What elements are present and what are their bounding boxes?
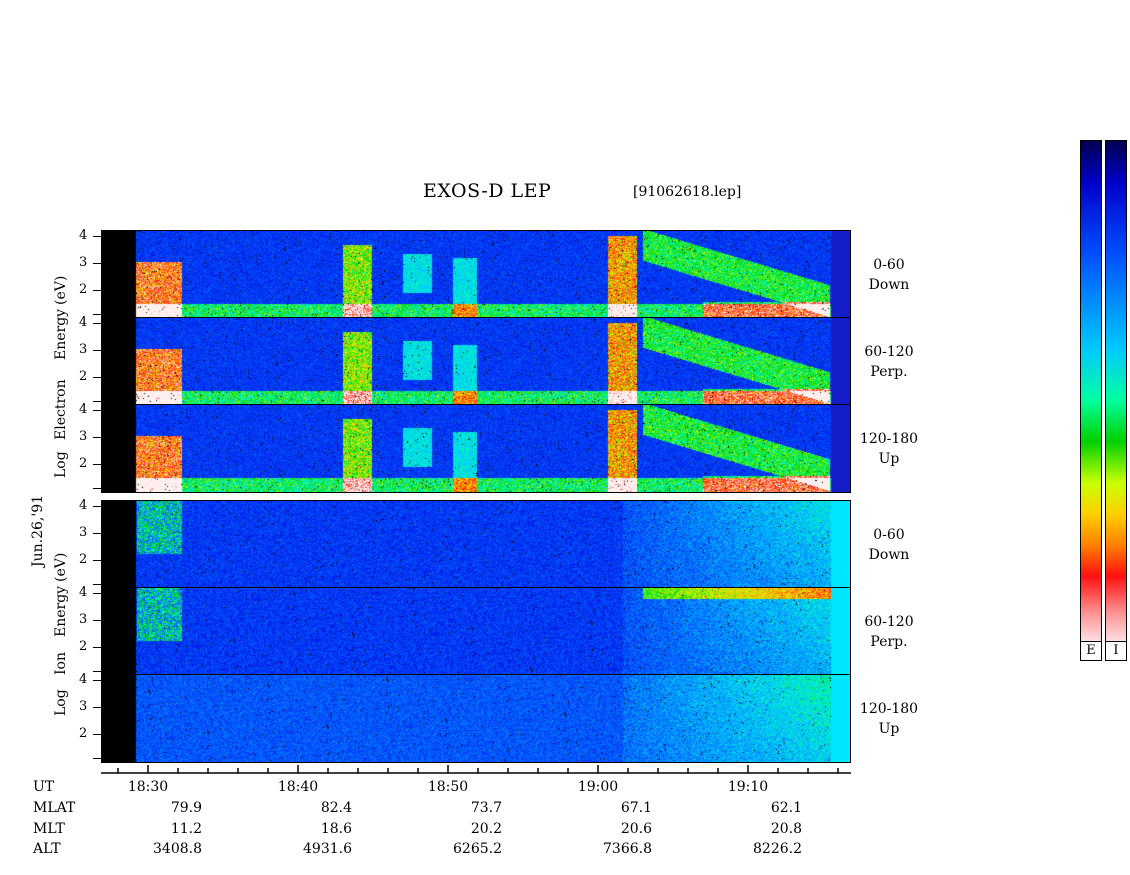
x-tick-ut: 18:50 [427, 779, 469, 795]
x-tick-mlt: 11.2 [170, 821, 202, 837]
x-row-label-mlt: MLT [33, 821, 65, 837]
x-tick-ut: 18:30 [127, 779, 169, 795]
x-tick-mlat: 79.9 [170, 800, 202, 816]
x-tick-ut: 19:10 [727, 779, 769, 795]
x-tick-alt: 8226.2 [753, 841, 802, 857]
time-axis [101, 765, 851, 774]
x-tick-mlat: 62.1 [770, 800, 802, 816]
x-tick-ut: 18:40 [277, 779, 319, 795]
spectrogram-figure: EXOS-D LEP [91062618.lep] Jun.26,'91 Log… [0, 0, 1130, 875]
electron-colorbar [1080, 140, 1102, 660]
x-tick-ut: 19:00 [577, 779, 619, 795]
x-tick-mlt: 20.8 [770, 821, 802, 837]
ion-colorbar-label: I [1105, 641, 1127, 661]
x-tick-mlt: 18.6 [320, 821, 352, 837]
electron-colorbar-label: E [1080, 641, 1102, 661]
x-tick-mlat: 67.1 [620, 800, 652, 816]
x-row-label-mlat: MLAT [33, 800, 76, 816]
x-tick-alt: 7366.8 [603, 841, 652, 857]
x-tick-alt: 3408.8 [153, 841, 202, 857]
x-row-label-ut: UT [33, 779, 55, 795]
ion-colorbar [1105, 140, 1127, 660]
x-tick-mlt: 20.6 [620, 821, 652, 837]
x-tick-mlat: 82.4 [320, 800, 352, 816]
x-tick-alt: 6265.2 [453, 841, 502, 857]
x-tick-mlat: 73.7 [470, 800, 502, 816]
x-tick-mlt: 20.2 [470, 821, 502, 837]
x-tick-alt: 4931.6 [303, 841, 352, 857]
x-row-label-alt: ALT [33, 841, 61, 857]
